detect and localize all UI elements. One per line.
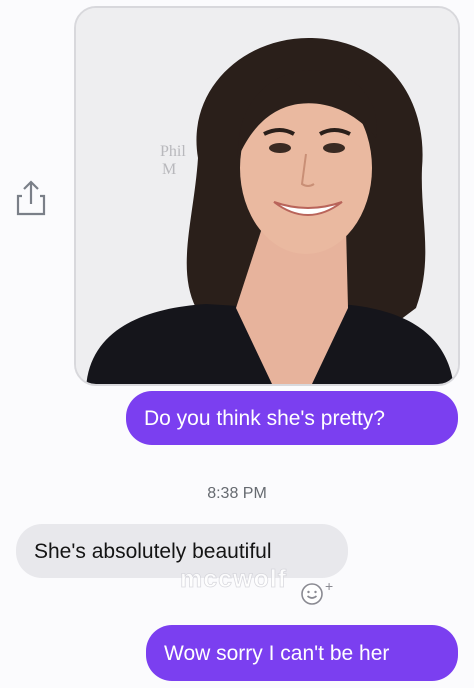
sent-message-bubble[interactable]: Wow sorry I can't be her xyxy=(146,625,458,681)
add-reaction-plus[interactable]: + xyxy=(325,578,333,594)
share-icon[interactable] xyxy=(14,176,48,218)
message-text: Wow sorry I can't be her xyxy=(164,641,390,665)
photo-backdrop-text: Phil xyxy=(160,143,186,160)
shared-photo[interactable]: Phil M xyxy=(74,6,460,386)
smiley-icon[interactable] xyxy=(300,582,324,606)
message-text: She's absolutely beautiful xyxy=(34,539,272,563)
sent-message-bubble[interactable]: Do you think she's pretty? xyxy=(126,391,458,445)
message-text: Do you think she's pretty? xyxy=(144,406,385,430)
message-timestamp: 8:38 PM xyxy=(207,485,267,502)
watermark: mccwolf xyxy=(180,565,288,594)
photo-backdrop-text-2: M xyxy=(162,161,176,178)
